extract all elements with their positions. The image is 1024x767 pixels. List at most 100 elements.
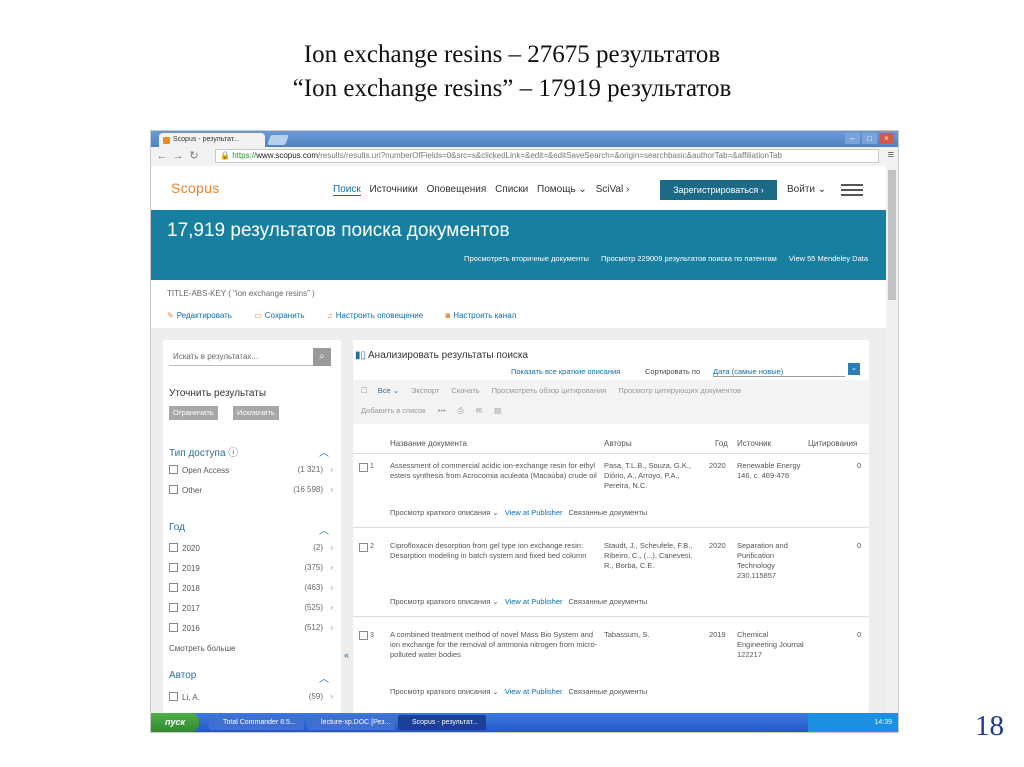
- checkbox[interactable]: [169, 583, 178, 592]
- search-icon[interactable]: ⌕: [313, 348, 331, 366]
- chevron-up-icon[interactable]: ︿: [319, 522, 329, 537]
- mendeley-data-link[interactable]: View 55 Mendeley Data: [789, 254, 868, 263]
- secondary-docs-link[interactable]: Просмотреть вторичные документы: [464, 254, 589, 263]
- analyze-results-link[interactable]: ▮▯ Анализировать результаты поиска: [355, 350, 528, 361]
- checkbox[interactable]: [169, 692, 178, 701]
- nav-lists[interactable]: Списки: [495, 184, 528, 195]
- document-authors[interactable]: Staudt, J., Scheufele, F.B., Ribeiro, C.…: [604, 541, 704, 571]
- export-button[interactable]: Экспорт: [411, 386, 439, 395]
- filter-author[interactable]: Li, A. (59) ›: [169, 692, 333, 704]
- print-icon[interactable]: ⎙: [458, 406, 464, 415]
- checkbox[interactable]: [169, 563, 178, 572]
- col-header-cited[interactable]: Цитирования: [808, 439, 857, 448]
- filter-year-2017[interactable]: 2017 (525) ›: [169, 603, 333, 615]
- chevron-right-icon[interactable]: ›: [330, 543, 333, 552]
- sort-dropdown-icon[interactable]: ⌄: [848, 363, 860, 375]
- add-to-list-button[interactable]: Добавить в список: [361, 406, 426, 415]
- nav-help[interactable]: Помощь ⌄: [537, 184, 587, 195]
- new-tab-button[interactable]: [267, 135, 289, 145]
- forward-icon[interactable]: →: [171, 149, 185, 163]
- checkbox[interactable]: [169, 465, 178, 474]
- nav-alerts[interactable]: Оповещения: [427, 184, 487, 195]
- document-source[interactable]: Separation and Purification Technology 2…: [737, 541, 807, 581]
- filter-year-2019[interactable]: 2019 (375) ›: [169, 563, 333, 575]
- checkbox[interactable]: [169, 603, 178, 612]
- chevron-right-icon[interactable]: ›: [330, 583, 333, 592]
- download-button[interactable]: Скачать: [451, 386, 479, 395]
- chevron-up-icon[interactable]: ︿: [319, 670, 329, 685]
- maximize-icon[interactable]: □: [862, 133, 877, 144]
- col-header-source[interactable]: Источник: [737, 439, 771, 448]
- chevron-up-icon[interactable]: ︿: [319, 444, 329, 459]
- document-title-link[interactable]: Ciprofloxacin desorption from gel type i…: [390, 541, 598, 561]
- scroll-thumb[interactable]: [888, 170, 896, 300]
- row-checkbox[interactable]: [359, 463, 368, 472]
- register-button[interactable]: Зарегистрироваться ›: [660, 180, 777, 200]
- filter-open-access[interactable]: Open Access (1 321) ›: [169, 465, 333, 477]
- exclude-button[interactable]: Исключить: [233, 406, 279, 420]
- view-at-publisher-link[interactable]: View at Publisher: [505, 508, 563, 517]
- view-at-publisher-link[interactable]: View at Publisher: [505, 597, 563, 606]
- select-all-checkbox[interactable]: ☐: [361, 386, 368, 395]
- related-docs-link[interactable]: Связанные документы: [569, 597, 648, 606]
- view-abstract-link[interactable]: Просмотр краткого описания ⌄: [390, 687, 499, 696]
- nav-sources[interactable]: Источники: [370, 184, 418, 195]
- edit-query-link[interactable]: ✎ Редактировать: [167, 311, 242, 320]
- chevron-right-icon[interactable]: ›: [330, 692, 333, 701]
- col-header-year[interactable]: Год: [715, 439, 728, 448]
- minimize-icon[interactable]: –: [845, 133, 860, 144]
- nav-scival[interactable]: SciVal ›: [596, 184, 630, 195]
- related-docs-link[interactable]: Связанные документы: [569, 508, 648, 517]
- show-more-link[interactable]: Смотреть больше: [169, 644, 235, 653]
- nav-search[interactable]: Поиск: [333, 184, 361, 196]
- chevron-right-icon[interactable]: ›: [330, 623, 333, 632]
- bibliography-icon[interactable]: ▤: [494, 406, 501, 415]
- collapse-panel-icon[interactable]: «: [344, 650, 349, 660]
- taskbar-item-total-commander[interactable]: Total Commander 8.5...: [209, 715, 304, 730]
- col-header-title[interactable]: Название документа: [390, 439, 467, 448]
- reload-icon[interactable]: ↻: [187, 149, 201, 163]
- filter-year-2016[interactable]: 2016 (512) ›: [169, 623, 333, 635]
- show-all-abstracts-link[interactable]: Показать все краткие описания: [511, 367, 620, 376]
- set-feed-link[interactable]: ◙ Настроить канал: [445, 311, 526, 320]
- checkbox[interactable]: [169, 543, 178, 552]
- document-source[interactable]: Chemical Engineering Journal 122217: [737, 630, 807, 660]
- sort-select[interactable]: Дата (самые новые): [713, 367, 845, 377]
- filter-year-2018[interactable]: 2018 (463) ›: [169, 583, 333, 595]
- document-authors[interactable]: Pasa, T.L.B., Souza, G.K., Diório, A., A…: [604, 461, 704, 491]
- vertical-scrollbar[interactable]: [886, 166, 898, 732]
- more-options-icon[interactable]: •••: [438, 406, 446, 415]
- email-icon[interactable]: ✉: [476, 406, 482, 415]
- hamburger-menu-icon[interactable]: [841, 184, 863, 199]
- taskbar-item-lecture[interactable]: lecture-xp.DOC [Рез...: [307, 715, 395, 730]
- search-within-input[interactable]: Искать в результатах...: [169, 348, 317, 366]
- checkbox[interactable]: [169, 485, 178, 494]
- url-input[interactable]: 🔒 https://www.scopus.com/results/results…: [215, 149, 879, 163]
- related-docs-link[interactable]: Связанные документы: [569, 687, 648, 696]
- citation-overview-button[interactable]: Просмотреть обзор цитирования: [492, 386, 607, 395]
- access-type-section[interactable]: Тип доступа ⓘ ︿: [169, 444, 329, 459]
- chevron-right-icon[interactable]: ›: [330, 563, 333, 572]
- chevron-right-icon[interactable]: ›: [330, 465, 333, 474]
- year-section[interactable]: Год ︿: [169, 522, 329, 537]
- checkbox[interactable]: [169, 623, 178, 632]
- col-header-authors[interactable]: Авторы: [604, 439, 632, 448]
- login-button[interactable]: Войти ⌄: [787, 184, 826, 195]
- close-icon[interactable]: ×: [879, 133, 894, 144]
- document-title-link[interactable]: A combined treatment method of novel Mas…: [390, 630, 598, 660]
- scopus-logo[interactable]: Scopus: [171, 180, 220, 196]
- chevron-right-icon[interactable]: ›: [330, 603, 333, 612]
- browser-menu-icon[interactable]: ≡: [888, 149, 894, 161]
- taskbar-item-scopus[interactable]: Scopus - результат...: [398, 715, 486, 730]
- select-all-dropdown[interactable]: Все ⌄: [378, 386, 399, 395]
- patent-results-link[interactable]: Просмотр 229009 результатов поиска по па…: [601, 254, 777, 263]
- filter-year-2020[interactable]: 2020 (2) ›: [169, 543, 333, 555]
- save-query-link[interactable]: ▭ Сохранить: [254, 311, 314, 320]
- filter-other[interactable]: Other (16 598) ›: [169, 485, 333, 497]
- document-source[interactable]: Renewable Energy 146, с. 469-476: [737, 461, 807, 481]
- view-abstract-link[interactable]: Просмотр краткого описания ⌄: [390, 508, 499, 517]
- limit-button[interactable]: Ограничить: [169, 406, 218, 420]
- start-button[interactable]: пуск: [151, 713, 199, 732]
- row-checkbox[interactable]: [359, 543, 368, 552]
- citing-docs-button[interactable]: Просмотр цитирующих документов: [618, 386, 741, 395]
